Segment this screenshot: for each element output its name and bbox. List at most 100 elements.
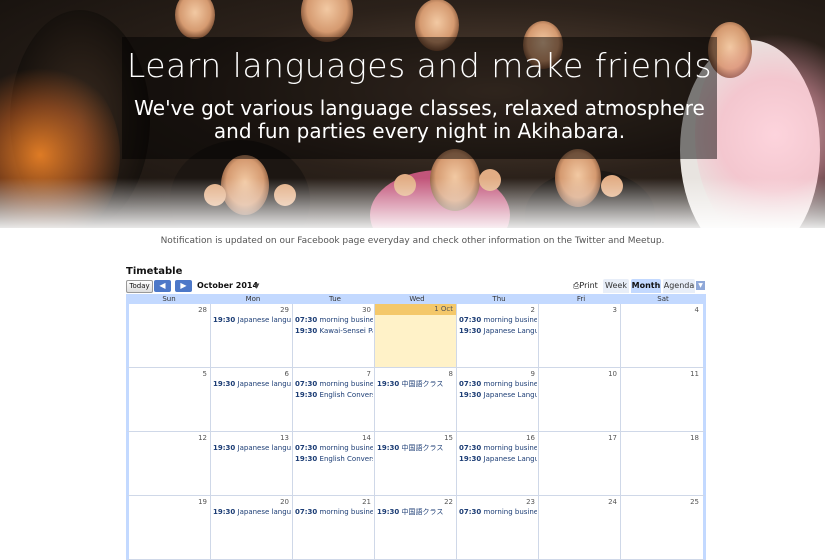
day-number[interactable]: 15	[444, 434, 453, 442]
day-cell[interactable]: 5	[129, 368, 211, 431]
event-time: 19:30	[213, 316, 236, 324]
prev-month-button[interactable]: ◀	[154, 280, 171, 292]
day-number[interactable]: 6	[285, 370, 289, 378]
month-label[interactable]: October 2014	[197, 280, 258, 292]
day-number[interactable]: 12	[198, 434, 207, 442]
day-number[interactable]: 13	[280, 434, 289, 442]
calendar-event[interactable]: 07:30 morning business	[459, 444, 537, 453]
day-cell[interactable]: 6 19:30 Japanese language	[211, 368, 293, 431]
day-cell[interactable]: 16 07:30 morning business 19:30 Japanese L…	[457, 432, 539, 495]
calendar-event[interactable]: 07:30 morning business	[459, 508, 537, 517]
day-cell[interactable]: 13 19:30 Japanese language	[211, 432, 293, 495]
tab-agenda[interactable]: Agenda	[663, 279, 695, 293]
day-number[interactable]: 14	[362, 434, 371, 442]
day-number[interactable]: 25	[690, 498, 699, 506]
day-cell[interactable]: 8 19:30 中国語クラス	[375, 368, 457, 431]
day-cell[interactable]: 25	[621, 496, 702, 559]
day-cell[interactable]: 17	[539, 432, 621, 495]
calendar-event[interactable]: 07:30 morning business	[459, 316, 537, 325]
calendar-event[interactable]: 19:30 Japanese Languag	[459, 391, 537, 400]
weekday-label: Sun	[162, 295, 176, 303]
calendar-event[interactable]: 19:30 Kawai-Sensei Pare	[295, 327, 373, 336]
day-number[interactable]: 7	[367, 370, 371, 378]
day-number[interactable]: 19	[198, 498, 207, 506]
day-number[interactable]: 18	[690, 434, 699, 442]
calendar-event[interactable]: 19:30 中国語クラス	[377, 508, 455, 517]
calendar-event[interactable]: 19:30 Japanese language	[213, 380, 291, 389]
day-cell[interactable]: 21 07:30 morning business	[293, 496, 375, 559]
day-cell-today[interactable]: 1 Oct	[375, 304, 457, 367]
day-number[interactable]: 23	[526, 498, 535, 506]
event-title: English Conversat	[319, 391, 373, 399]
day-cell[interactable]: 15 19:30 中国語クラス	[375, 432, 457, 495]
day-cell[interactable]: 22 19:30 中国語クラス	[375, 496, 457, 559]
agenda-dropdown-icon[interactable]: ▼	[696, 281, 705, 290]
day-number[interactable]: 29	[280, 306, 289, 314]
calendar-event[interactable]: 07:30 morning business	[295, 444, 373, 453]
day-cell[interactable]: 23 07:30 morning business	[457, 496, 539, 559]
calendar-event[interactable]: 19:30 中国語クラス	[377, 444, 455, 453]
tab-week[interactable]: Week	[603, 279, 629, 293]
day-number[interactable]: 3	[613, 306, 617, 314]
day-number[interactable]: 28	[198, 306, 207, 314]
day-number[interactable]: 10	[608, 370, 617, 378]
calendar-event[interactable]: 19:30 Japanese language	[213, 444, 291, 453]
day-cell[interactable]: 28	[129, 304, 211, 367]
day-cell[interactable]: 29 19:30 Japanese language	[211, 304, 293, 367]
day-number[interactable]: 24	[608, 498, 617, 506]
calendar-event[interactable]: 19:30 Japanese Languag	[459, 327, 537, 336]
event-title: Japanese Languag	[483, 391, 537, 399]
calendar-event[interactable]: 19:30 Japanese language	[213, 316, 291, 325]
chevron-right-icon: ▶	[180, 281, 187, 290]
calendar-event[interactable]: 07:30 morning business	[295, 380, 373, 389]
day-cell[interactable]: 3	[539, 304, 621, 367]
event-time: 07:30	[295, 316, 318, 324]
day-cell[interactable]: 4	[621, 304, 702, 367]
day-cell[interactable]: 30 07:30 morning business 19:30 Kawai-Sens…	[293, 304, 375, 367]
day-number[interactable]: 9	[531, 370, 535, 378]
day-cell[interactable]: 11	[621, 368, 702, 431]
calendar-event[interactable]: 19:30 中国語クラス	[377, 380, 455, 389]
day-number[interactable]: 17	[608, 434, 617, 442]
day-number[interactable]: 20	[280, 498, 289, 506]
chevron-down-icon[interactable]: ▼	[254, 280, 259, 292]
day-cell[interactable]: 12	[129, 432, 211, 495]
day-number[interactable]: 1 Oct	[375, 304, 456, 315]
weekday-label: Mon	[245, 295, 261, 303]
calendar-event[interactable]: 19:30 Japanese language	[213, 508, 291, 517]
day-cell[interactable]: 19	[129, 496, 211, 559]
calendar-event[interactable]: 07:30 morning business	[295, 316, 373, 325]
calendar-title: Timetable	[126, 266, 183, 277]
calendar-event[interactable]: 19:30 English Conversat	[295, 455, 373, 464]
today-button[interactable]: Today	[126, 280, 153, 293]
day-number[interactable]: 5	[203, 370, 207, 378]
day-number[interactable]: 11	[690, 370, 699, 378]
hero-subtitle-line-2: and fun parties every night in Akihabara…	[213, 119, 626, 143]
day-cell[interactable]: 24	[539, 496, 621, 559]
day-cell[interactable]: 14 07:30 morning business 19:30 English Co…	[293, 432, 375, 495]
print-button[interactable]: ⎙Print	[573, 279, 598, 292]
day-number[interactable]: 16	[526, 434, 535, 442]
day-cell[interactable]: 20 19:30 Japanese language	[211, 496, 293, 559]
calendar-event[interactable]: 07:30 morning business	[295, 508, 373, 517]
day-number[interactable]: 4	[695, 306, 699, 314]
day-cell[interactable]: 10	[539, 368, 621, 431]
day-number[interactable]: 30	[362, 306, 371, 314]
calendar-event[interactable]: 19:30 Japanese Languag	[459, 455, 537, 464]
day-cell[interactable]: 9 07:30 morning business 19:30 Japanese La…	[457, 368, 539, 431]
calendar-event[interactable]: 19:30 English Conversat	[295, 391, 373, 400]
next-month-button[interactable]: ▶	[175, 280, 192, 292]
calendar-event[interactable]: 07:30 morning business	[459, 380, 537, 389]
day-cell[interactable]: 2 07:30 morning business 19:30 Japanese La…	[457, 304, 539, 367]
day-cell[interactable]: 18	[621, 432, 702, 495]
day-number[interactable]: 21	[362, 498, 371, 506]
day-number[interactable]: 8	[449, 370, 453, 378]
timetable-calendar: Timetable Today ◀ ▶ October 2014 ▼ ⎙Prin…	[126, 266, 706, 560]
day-number[interactable]: 2	[531, 306, 535, 314]
event-title: morning business	[319, 508, 373, 516]
hero-title: Learn languages and make friends	[126, 46, 713, 85]
day-cell[interactable]: 7 07:30 morning business 19:30 English Con…	[293, 368, 375, 431]
event-title: Japanese Languag	[483, 455, 537, 463]
tab-month[interactable]: Month	[631, 279, 661, 293]
day-number[interactable]: 22	[444, 498, 453, 506]
